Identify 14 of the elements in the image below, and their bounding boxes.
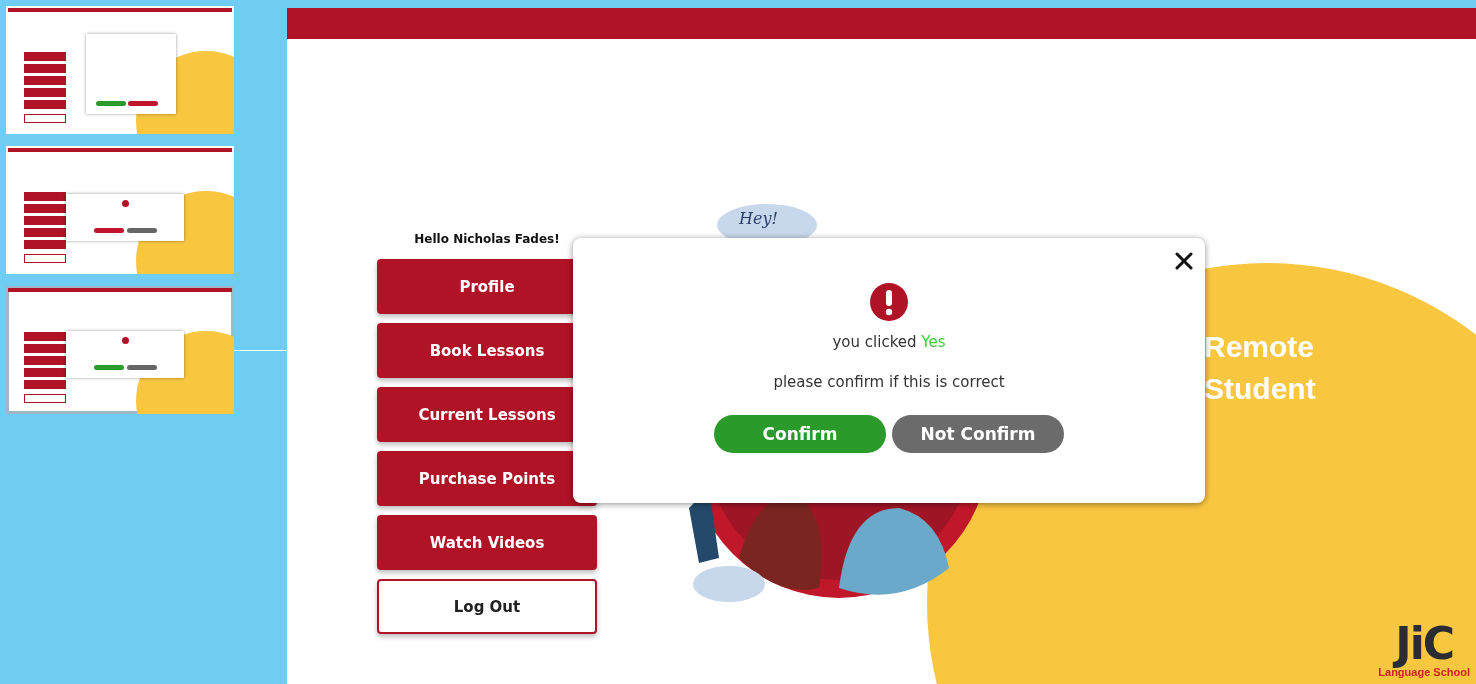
slide-thumbnail[interactable] xyxy=(6,6,234,134)
result-message: you clicked Yes xyxy=(832,333,946,351)
not-confirm-button[interactable]: Not Confirm xyxy=(892,415,1064,453)
close-icon xyxy=(1173,250,1195,272)
confirm-prompt: please confirm if this is correct xyxy=(773,373,1005,391)
confirm-button[interactable]: Confirm xyxy=(714,415,886,453)
heading-text: Remote Student xyxy=(1204,329,1316,407)
alert-icon xyxy=(870,283,908,321)
slide-thumbnail[interactable] xyxy=(6,146,234,274)
menu-button[interactable]: Watch Videos xyxy=(377,515,597,570)
log-out-button[interactable]: Log Out xyxy=(377,579,597,634)
menu-button[interactable]: Purchase Points xyxy=(377,451,597,506)
greeting-text: Hello Nicholas Fades! xyxy=(414,232,560,246)
slide-thumbnail[interactable] xyxy=(6,286,234,414)
